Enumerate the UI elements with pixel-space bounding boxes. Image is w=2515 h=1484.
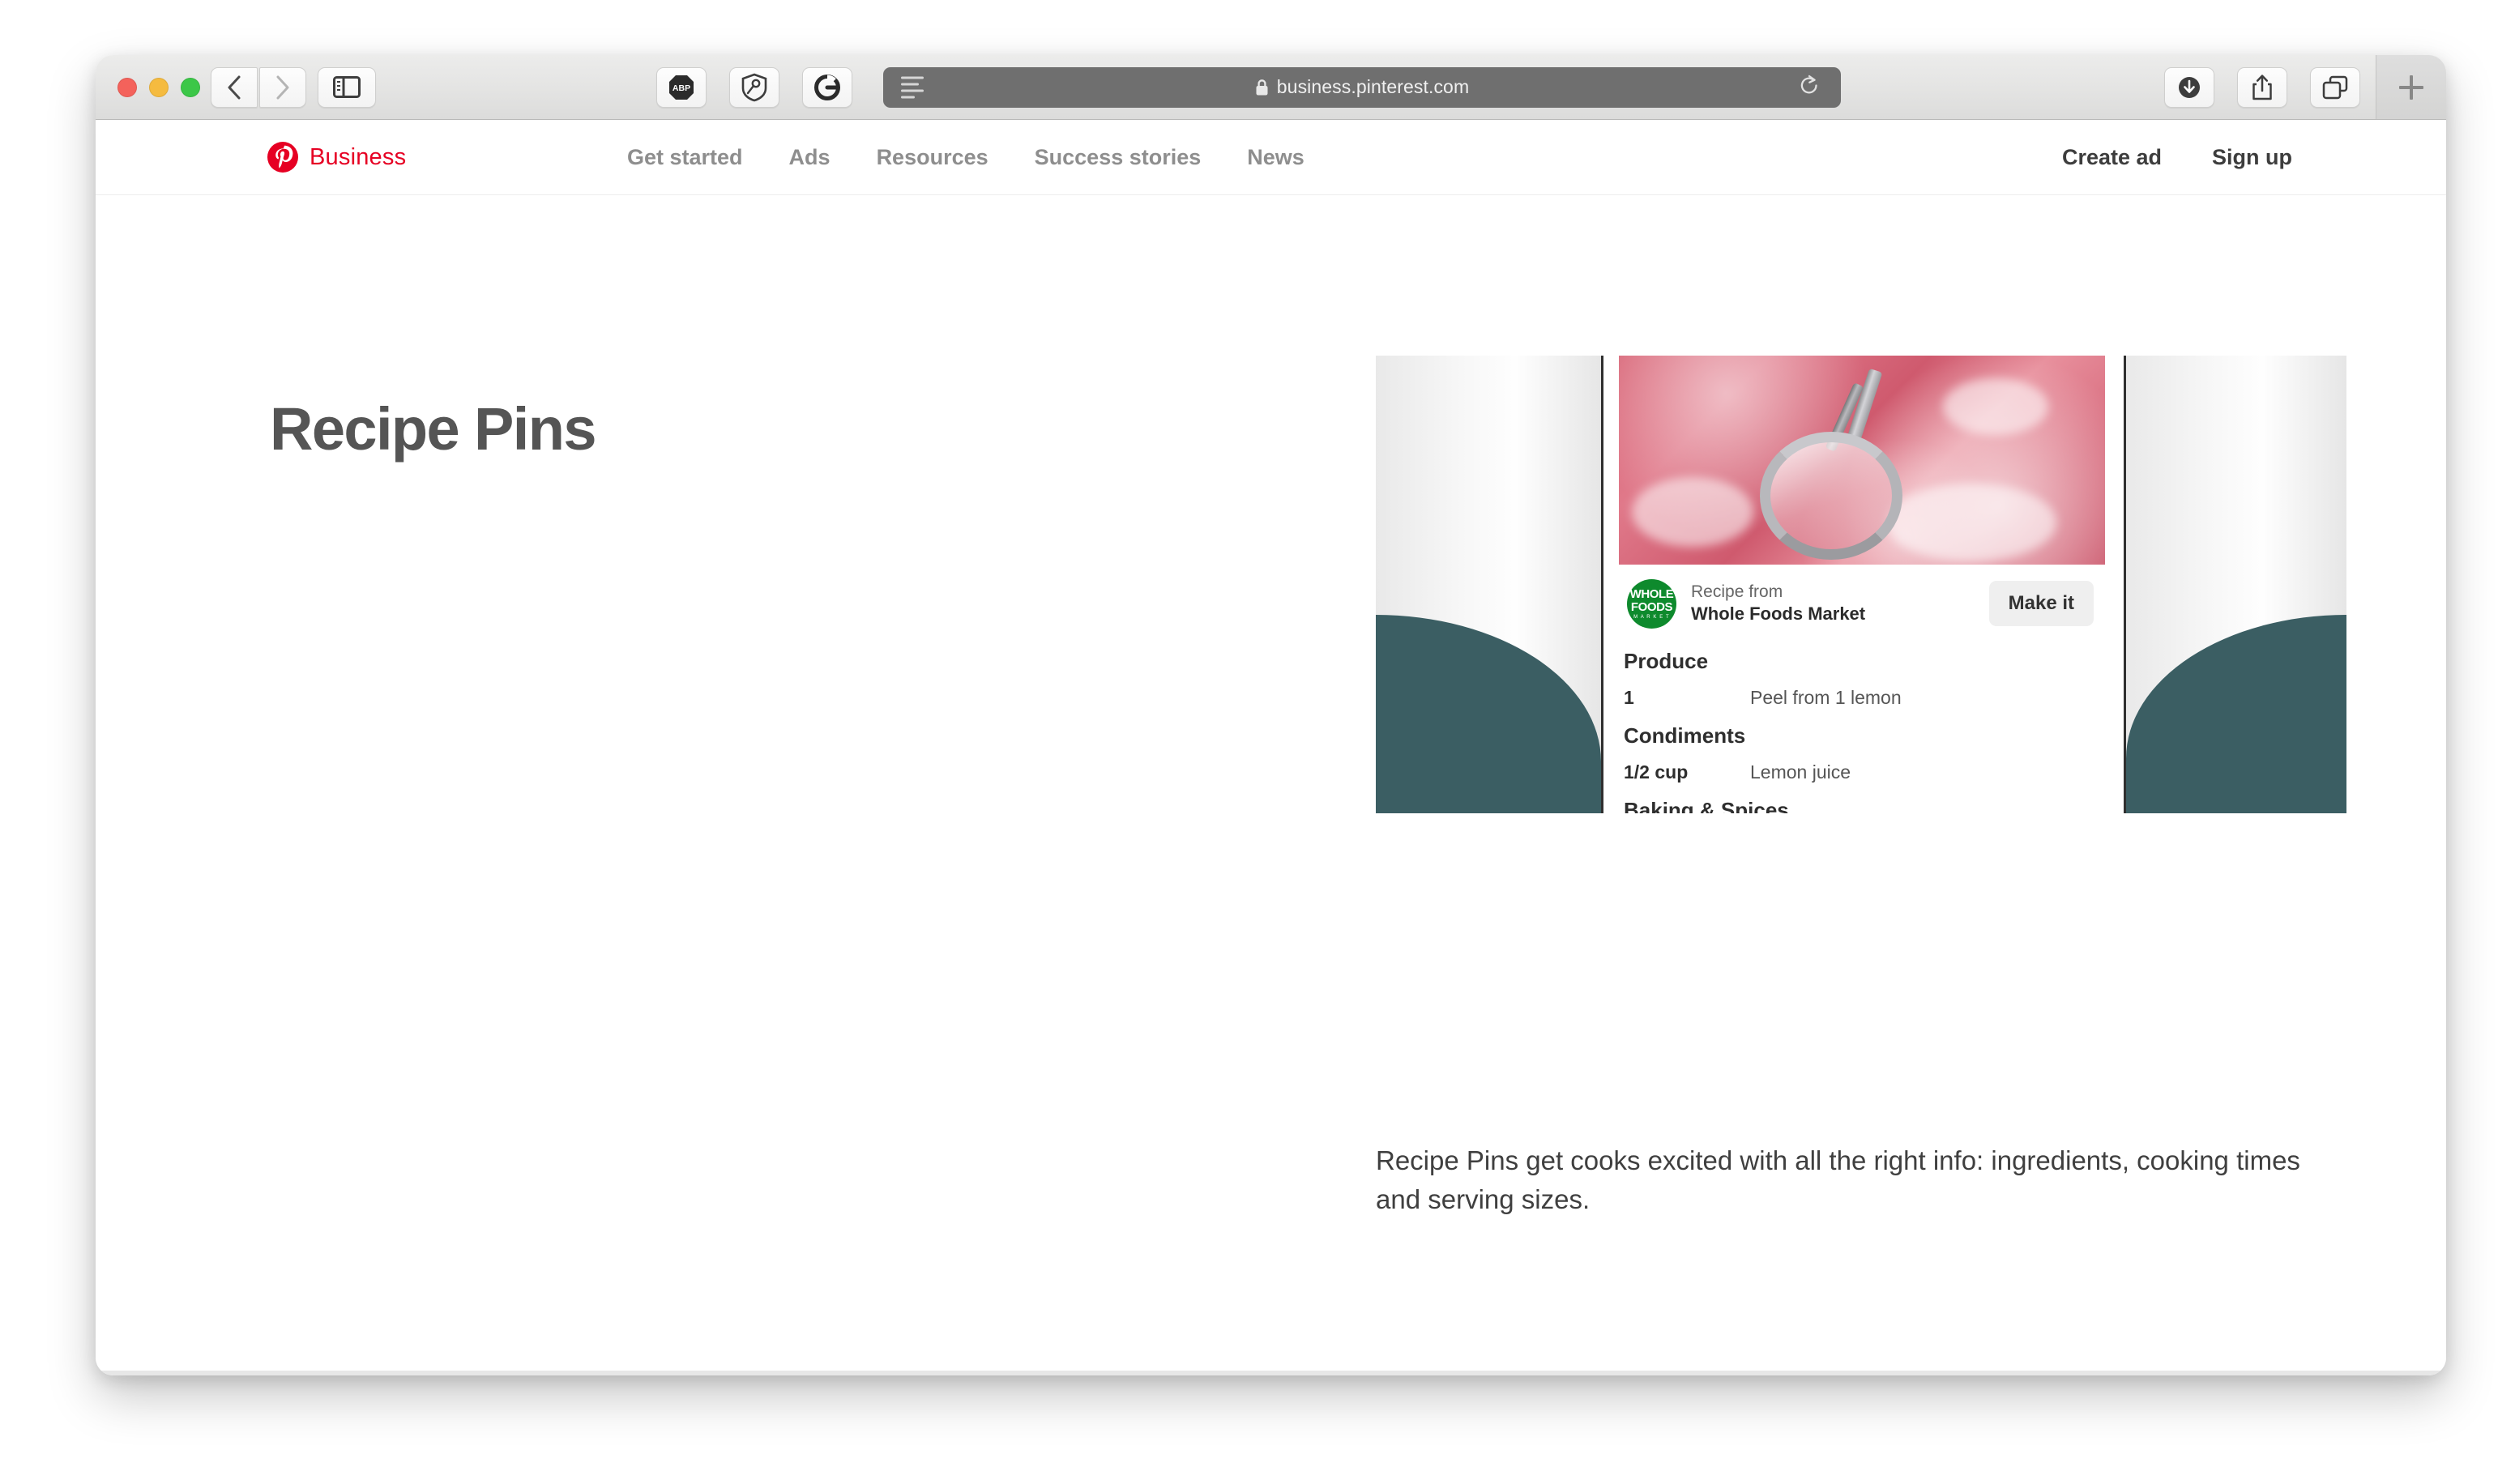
ingredient-group: Produce 1 Peel from 1 lemon xyxy=(1624,649,2105,709)
zoom-window-button[interactable] xyxy=(181,77,200,97)
ingredient-group-heading: Condiments xyxy=(1624,723,1746,748)
create-ad-button[interactable]: Create ad xyxy=(2062,145,2162,170)
teal-accent-shape-left xyxy=(1376,615,1601,813)
web-page-content: Business Get started Ads Resources Succe… xyxy=(96,120,2446,1375)
recipe-pins-description: Recipe Pins get cooks excited with all t… xyxy=(1376,1145,2300,1214)
downloads-button[interactable] xyxy=(2164,66,2214,108)
pinterest-logo-icon xyxy=(267,142,298,173)
recipe-from-label: Recipe from xyxy=(1691,582,1783,601)
window-traffic-lights xyxy=(117,55,200,119)
browser-window: ABP business.pinterest.com Business Get … xyxy=(96,55,2446,1375)
scoop-bowl xyxy=(1760,432,1902,560)
recipe-pins-heading: Recipe Pins xyxy=(270,394,597,463)
nav-link-ads[interactable]: Ads xyxy=(789,145,831,170)
ingredient-quantity: 1/2 cup xyxy=(1624,761,1689,783)
ingredient-name: Peel from 1 lemon xyxy=(1750,687,1902,708)
ingredient-group: Condiments 1/2 cup Lemon juice xyxy=(1624,723,2105,783)
nav-link-success-stories[interactable]: Success stories xyxy=(1035,145,1202,170)
chevron-right-icon xyxy=(276,75,289,99)
ingredient-name: Lemon juice xyxy=(1750,761,1851,783)
wf-logo-line3: M A R K E T xyxy=(1633,614,1670,620)
recipe-attribution-row: WHOLE FOODS M A R K E T Recipe from Whol… xyxy=(1619,565,2105,642)
page-bottom-edge xyxy=(96,1371,2446,1375)
reload-button[interactable] xyxy=(1799,74,1820,100)
ingredient-group-heading: Produce xyxy=(1624,649,1709,673)
grammarly-extension-button[interactable] xyxy=(802,66,852,108)
new-tab-button[interactable] xyxy=(2376,55,2446,119)
nav-link-news[interactable]: News xyxy=(1247,145,1304,170)
navigation-buttons xyxy=(211,55,306,119)
ingredient-quantity: 1 xyxy=(1624,687,1634,708)
adblock-plus-extension-button[interactable]: ABP xyxy=(656,66,707,108)
sidebar-toggle-wrap xyxy=(318,55,376,119)
tab-overview-button[interactable] xyxy=(2310,66,2360,108)
recipe-pin-photo xyxy=(1619,356,2105,565)
ingredient-group: Baking & Spices 1/2 cup Sugar xyxy=(1624,798,2105,813)
brand-name: Business xyxy=(310,143,407,170)
whole-foods-logo-icon: WHOLE FOODS M A R K E T xyxy=(1627,578,1676,629)
adblock-plus-icon: ABP xyxy=(669,75,694,100)
site-nav-actions: Create ad Sign up xyxy=(2062,145,2292,170)
recipe-pin-carousel: WHOLE FOODS M A R K E T Recipe from Whol… xyxy=(1376,356,2346,813)
carousel-divider-left xyxy=(1601,356,1603,813)
grammarly-icon xyxy=(814,74,840,100)
sidebar-icon xyxy=(333,76,361,98)
extension-buttons: ABP xyxy=(656,55,852,119)
address-bar-content: business.pinterest.com xyxy=(1255,76,1469,98)
reader-view-icon[interactable] xyxy=(901,76,924,98)
teal-accent-shape-right xyxy=(2126,615,2346,813)
ingredient-group-heading: Baking & Spices xyxy=(1624,798,1789,813)
browser-toolbar: ABP business.pinterest.com xyxy=(96,55,2446,120)
tab-overview-icon xyxy=(2322,75,2348,99)
ingredient-row: 1/2 cup Lemon juice xyxy=(1624,761,2105,783)
make-it-button[interactable]: Make it xyxy=(1988,581,2094,626)
brand-logo-link[interactable]: Business xyxy=(267,142,406,173)
recipe-attribution-text: Recipe from Whole Foods Market xyxy=(1691,582,1865,625)
ice-cream-scoop-icon xyxy=(1755,368,1917,560)
plus-icon xyxy=(2399,75,2423,100)
share-icon xyxy=(2252,74,2272,100)
share-button[interactable] xyxy=(2237,66,2287,108)
carousel-card-previous[interactable] xyxy=(1376,356,1601,813)
photo-highlight xyxy=(1632,477,1753,547)
carousel-card-next[interactable] xyxy=(2126,356,2346,813)
forward-button[interactable] xyxy=(259,66,306,108)
lock-icon xyxy=(1256,79,1268,95)
download-icon xyxy=(2179,76,2200,98)
recipe-brand-name: Whole Foods Market xyxy=(1691,603,1866,624)
shield-icon xyxy=(741,73,767,101)
chevron-left-icon xyxy=(228,75,241,99)
site-navbar: Business Get started Ads Resources Succe… xyxy=(96,120,2446,195)
wf-logo-line1: WHOLE xyxy=(1629,586,1674,601)
recipe-pin-card[interactable]: WHOLE FOODS M A R K E T Recipe from Whol… xyxy=(1619,356,2105,813)
screenshot-root: ABP business.pinterest.com Business Get … xyxy=(0,0,2515,1484)
svg-text:ABP: ABP xyxy=(673,83,690,93)
toolbar-right-buttons xyxy=(2164,55,2360,119)
close-window-button[interactable] xyxy=(117,77,137,97)
privacy-shield-extension-button[interactable] xyxy=(729,66,779,108)
nav-link-resources[interactable]: Resources xyxy=(877,145,988,170)
wf-logo-line2: FOODS xyxy=(1630,599,1673,614)
nav-link-get-started[interactable]: Get started xyxy=(627,145,743,170)
site-nav-links: Get started Ads Resources Success storie… xyxy=(627,145,1304,170)
minimize-window-button[interactable] xyxy=(149,77,169,97)
address-bar-inner[interactable]: business.pinterest.com xyxy=(883,66,1841,108)
back-button[interactable] xyxy=(211,66,258,108)
url-text: business.pinterest.com xyxy=(1276,76,1470,97)
ingredient-row: 1 Peel from 1 lemon xyxy=(1624,687,2105,709)
photo-highlight xyxy=(1943,378,2048,435)
sidebar-toggle-button[interactable] xyxy=(318,66,376,108)
ingredients-list: Produce 1 Peel from 1 lemon Condiments 1… xyxy=(1619,642,2105,813)
reload-icon xyxy=(1800,75,1817,93)
address-bar[interactable]: business.pinterest.com xyxy=(883,55,1841,119)
sign-up-button[interactable]: Sign up xyxy=(2212,145,2292,170)
